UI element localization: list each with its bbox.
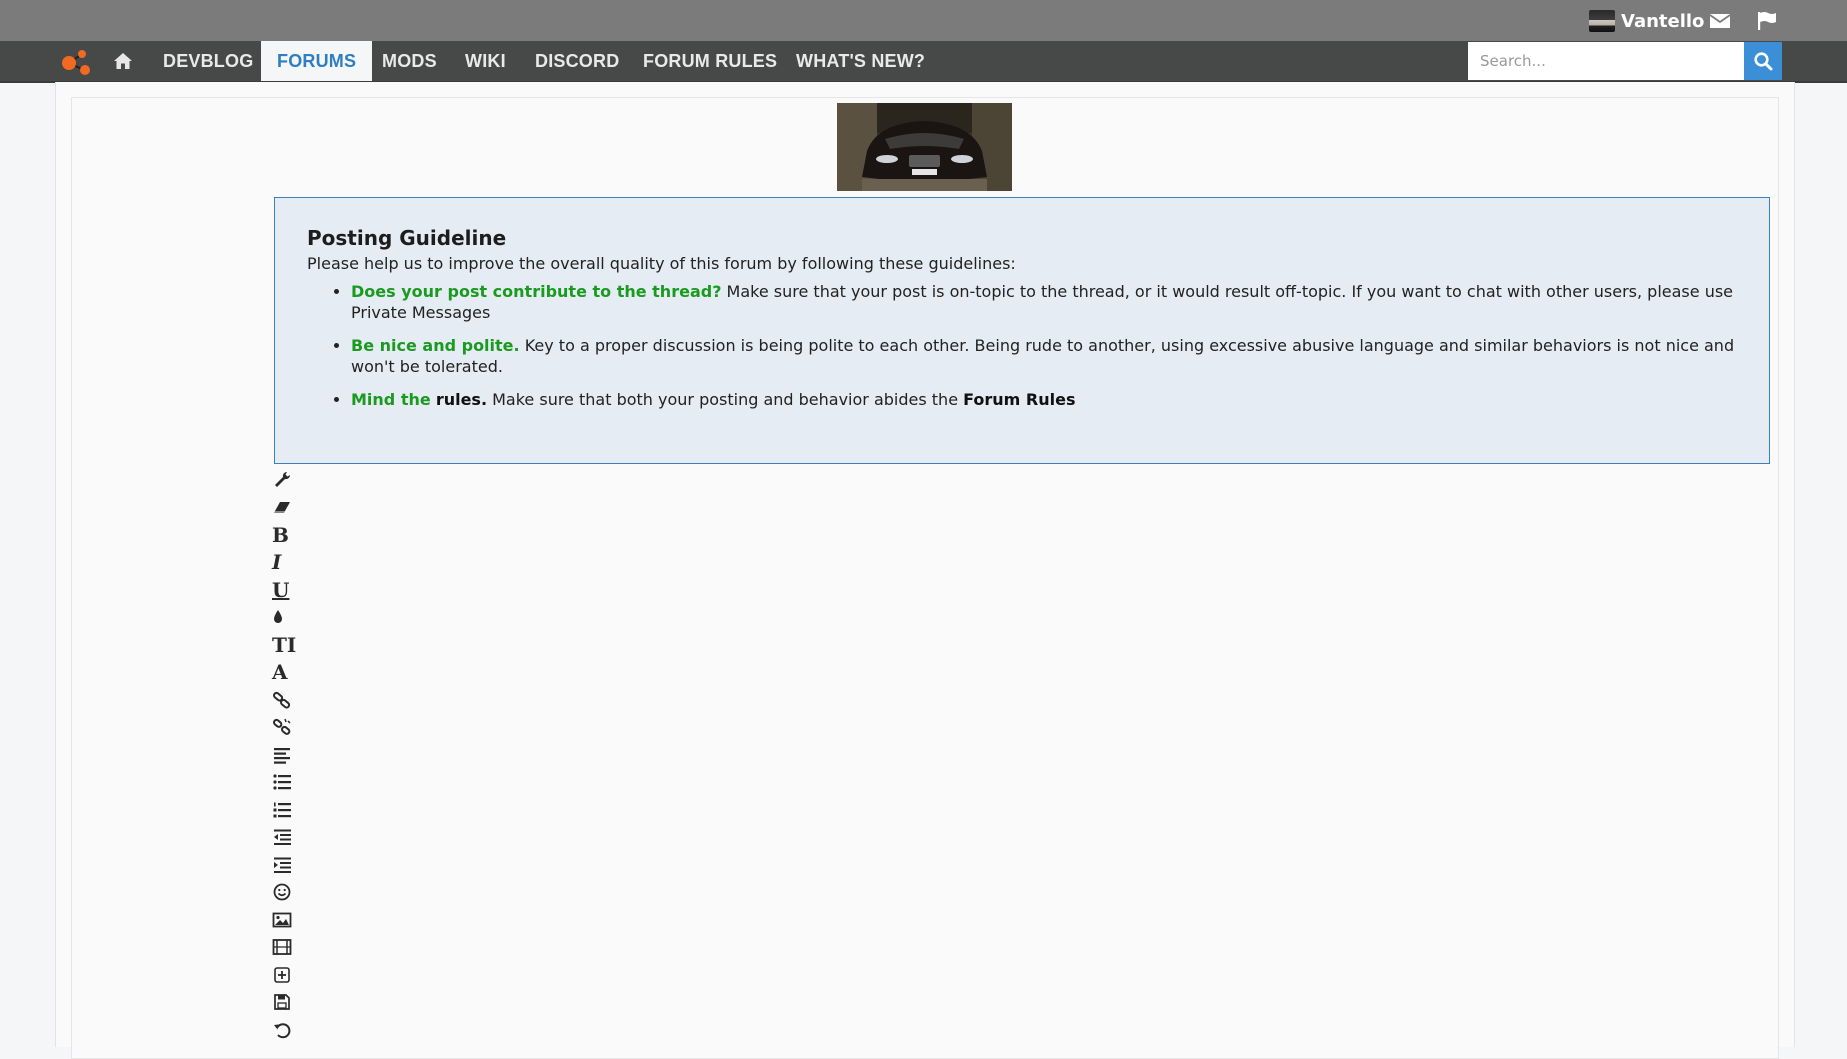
font-button[interactable]: A: [272, 659, 298, 687]
home-icon[interactable]: [112, 51, 134, 71]
list-item: Be nice and polite. Key to a proper disc…: [351, 335, 1737, 377]
avatar[interactable]: [1589, 10, 1615, 32]
bold-button[interactable]: B: [272, 521, 298, 549]
italic-icon: I: [272, 550, 282, 575]
align-icon[interactable]: [272, 741, 298, 769]
user-menu[interactable]: Vantello: [1589, 10, 1704, 32]
search-button[interactable]: [1744, 42, 1782, 80]
font-icon: A: [272, 660, 288, 685]
rules-link[interactable]: rules.: [436, 390, 487, 409]
wrench-icon[interactable]: [272, 466, 298, 494]
guideline-highlight: Be nice and polite.: [351, 336, 520, 355]
top-user-bar: Vantello: [0, 0, 1847, 41]
unlink-icon[interactable]: [272, 714, 298, 742]
nav-devblog[interactable]: DEVBLOG: [163, 41, 253, 81]
insert-icon[interactable]: [272, 961, 298, 989]
bold-icon: B: [272, 522, 289, 547]
smiley-icon[interactable]: [272, 879, 298, 907]
nav-discord[interactable]: DISCORD: [535, 41, 619, 81]
nav-forums[interactable]: FORUMS: [261, 41, 373, 81]
guideline-list: Does your post contribute to the thread?…: [307, 281, 1737, 410]
media-icon[interactable]: [272, 934, 298, 962]
list-item: Mind the rules. Make sure that both your…: [351, 389, 1737, 410]
bullet-list-icon[interactable]: [272, 769, 298, 797]
image-icon[interactable]: [272, 906, 298, 934]
eraser-icon[interactable]: [272, 494, 298, 522]
font-size-button[interactable]: TI: [272, 631, 298, 659]
underline-button[interactable]: U: [272, 576, 298, 604]
guideline-text: Make sure that both your posting and beh…: [487, 390, 964, 409]
username[interactable]: Vantello: [1621, 11, 1704, 32]
guideline-highlight: Does your post contribute to the thread?: [351, 282, 722, 301]
font-size-icon: TI: [272, 632, 297, 657]
italic-button[interactable]: I: [272, 549, 298, 577]
outdent-icon[interactable]: [272, 824, 298, 852]
numbered-list-icon[interactable]: [272, 796, 298, 824]
underline-icon: U: [272, 577, 290, 602]
nav-wiki[interactable]: WIKI: [465, 41, 506, 81]
editor-toolbar: B I U TI A: [272, 466, 298, 1044]
posting-guideline: Posting Guideline Please help us to impr…: [274, 197, 1770, 464]
link-icon[interactable]: [272, 686, 298, 714]
nav-whats-new[interactable]: WHAT'S NEW?: [796, 41, 925, 81]
save-icon[interactable]: [272, 989, 298, 1017]
nav-mods[interactable]: MODS: [382, 41, 437, 81]
guideline-intro: Please help us to improve the overall qu…: [307, 254, 1016, 273]
forum-rules-link[interactable]: Forum Rules: [963, 390, 1075, 409]
list-item: Does your post contribute to the thread?…: [351, 281, 1737, 323]
search-icon: [1754, 52, 1773, 71]
guideline-text: Key to a proper discussion is being poli…: [351, 336, 1735, 376]
envelope-icon[interactable]: [1709, 11, 1731, 31]
guideline-title: Posting Guideline: [307, 226, 507, 250]
color-drop-icon[interactable]: [272, 604, 298, 632]
undo-icon[interactable]: [272, 1016, 298, 1044]
search-input[interactable]: [1468, 42, 1744, 80]
car-image: [837, 103, 1012, 191]
main-navigation: DEVBLOG FORUMS MODS WIKI DISCORD FORUM R…: [0, 41, 1847, 83]
flag-icon[interactable]: [1756, 11, 1778, 31]
guideline-highlight: Mind the: [351, 390, 431, 409]
site-logo[interactable]: [60, 48, 94, 76]
nav-forum-rules[interactable]: FORUM RULES: [643, 41, 777, 81]
indent-icon[interactable]: [272, 851, 298, 879]
